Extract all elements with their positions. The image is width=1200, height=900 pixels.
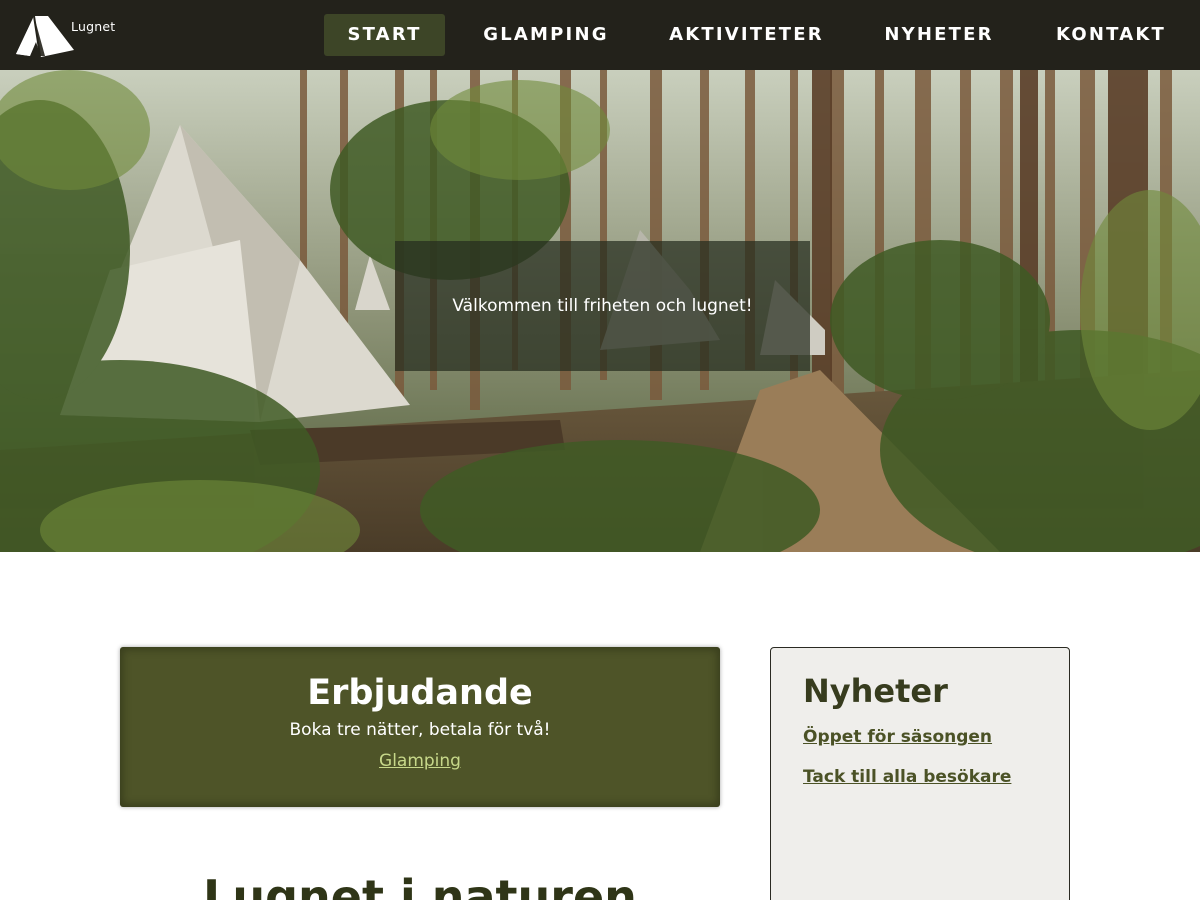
welcome-text: Välkommen till friheten och lugnet!: [452, 296, 753, 316]
brand-name: Lugnet: [71, 19, 116, 34]
tent-icon: [16, 15, 74, 57]
nav-item-kontakt[interactable]: KONTAKT: [1044, 14, 1178, 56]
news-title: Nyheter: [803, 672, 948, 710]
nav-item-glamping[interactable]: GLAMPING: [470, 14, 622, 56]
logo-home-link[interactable]: Lugnet: [14, 12, 124, 60]
news-panel: Nyheter Öppet för säsongen Tack till all…: [770, 647, 1070, 900]
offer-glamping-link[interactable]: Glamping: [120, 751, 720, 771]
offer-title: Erbjudande: [307, 673, 533, 713]
section-title: Lugnet i naturen: [203, 870, 637, 900]
hero-banner: Välkommen till friheten och lugnet!: [0, 70, 1200, 552]
offer-link-label[interactable]: Glamping: [379, 751, 461, 771]
offer-text: Boka tre nätter, betala för två!: [289, 720, 551, 740]
news-link-season-open[interactable]: Öppet för säsongen: [803, 727, 992, 747]
top-navigation: Lugnet START GLAMPING AKTIVITETER NYHETE…: [0, 0, 1200, 70]
nav-item-start[interactable]: START: [324, 14, 445, 56]
offer-card: Erbjudande Boka tre nätter, betala för t…: [120, 647, 720, 807]
nav-item-aktiviteter[interactable]: AKTIVITETER: [660, 14, 833, 56]
news-link-thanks-visitors[interactable]: Tack till alla besökare: [803, 767, 1011, 787]
nav-item-nyheter[interactable]: NYHETER: [872, 14, 1006, 56]
welcome-overlay: Välkommen till friheten och lugnet!: [395, 241, 810, 371]
